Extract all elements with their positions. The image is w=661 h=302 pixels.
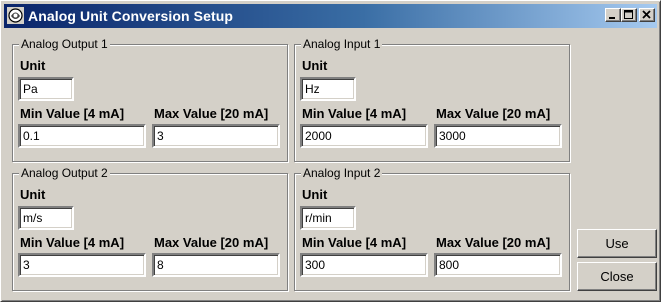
min-value-input-input-1[interactable]	[300, 124, 428, 148]
title-bar[interactable]: Analog Unit Conversion Setup	[4, 4, 657, 28]
group-title: Analog Input 2	[301, 166, 383, 180]
min-value-input-output-1[interactable]	[18, 124, 146, 148]
unit-label: Unit	[20, 187, 46, 202]
min-value-input-input-2[interactable]	[300, 253, 428, 277]
unit-label: Unit	[302, 58, 328, 73]
dialog-window: Analog Unit Conversion Setup Analog Outp…	[0, 0, 661, 302]
unit-label: Unit	[302, 187, 328, 202]
min-value-label: Min Value [4 mA]	[302, 235, 407, 250]
unit-input-input-1[interactable]	[300, 77, 356, 101]
group-analog-input-1: Analog Input 1 Unit Min Value [4 mA] Max…	[294, 37, 570, 162]
max-value-label: Max Value [20 mA]	[436, 235, 551, 250]
min-value-input-output-2[interactable]	[18, 253, 146, 277]
min-value-label: Min Value [4 mA]	[302, 106, 407, 121]
use-button[interactable]: Use	[577, 229, 657, 258]
group-analog-output-1: Analog Output 1 Unit Min Value [4 mA] Ma…	[12, 37, 288, 162]
unit-input-input-2[interactable]	[300, 206, 356, 230]
max-value-label: Max Value [20 mA]	[154, 235, 269, 250]
unit-input-output-1[interactable]	[18, 77, 74, 101]
min-value-label: Min Value [4 mA]	[20, 235, 125, 250]
close-icon	[642, 10, 651, 19]
max-value-input-output-1[interactable]	[152, 124, 280, 148]
max-value-input-input-1[interactable]	[434, 124, 562, 148]
group-analog-input-2: Analog Input 2 Unit Min Value [4 mA] Max…	[294, 166, 570, 291]
close-button[interactable]: Close	[577, 262, 657, 291]
group-title: Analog Output 1	[19, 37, 110, 51]
minimize-button[interactable]	[605, 8, 621, 22]
max-value-label: Max Value [20 mA]	[436, 106, 551, 121]
group-title: Analog Input 1	[301, 37, 383, 51]
maximize-icon	[624, 10, 633, 19]
max-value-input-output-2[interactable]	[152, 253, 280, 277]
max-value-label: Max Value [20 mA]	[154, 106, 269, 121]
group-title: Analog Output 2	[19, 166, 110, 180]
app-icon[interactable]	[7, 7, 24, 24]
unit-input-output-2[interactable]	[18, 206, 74, 230]
maximize-button[interactable]	[621, 8, 637, 22]
close-window-button[interactable]	[639, 8, 655, 22]
group-analog-output-2: Analog Output 2 Unit Min Value [4 mA] Ma…	[12, 166, 288, 291]
min-value-label: Min Value [4 mA]	[20, 106, 125, 121]
minimize-icon	[609, 17, 615, 19]
unit-label: Unit	[20, 58, 46, 73]
max-value-input-input-2[interactable]	[434, 253, 562, 277]
window-title: Analog Unit Conversion Setup	[28, 8, 234, 24]
